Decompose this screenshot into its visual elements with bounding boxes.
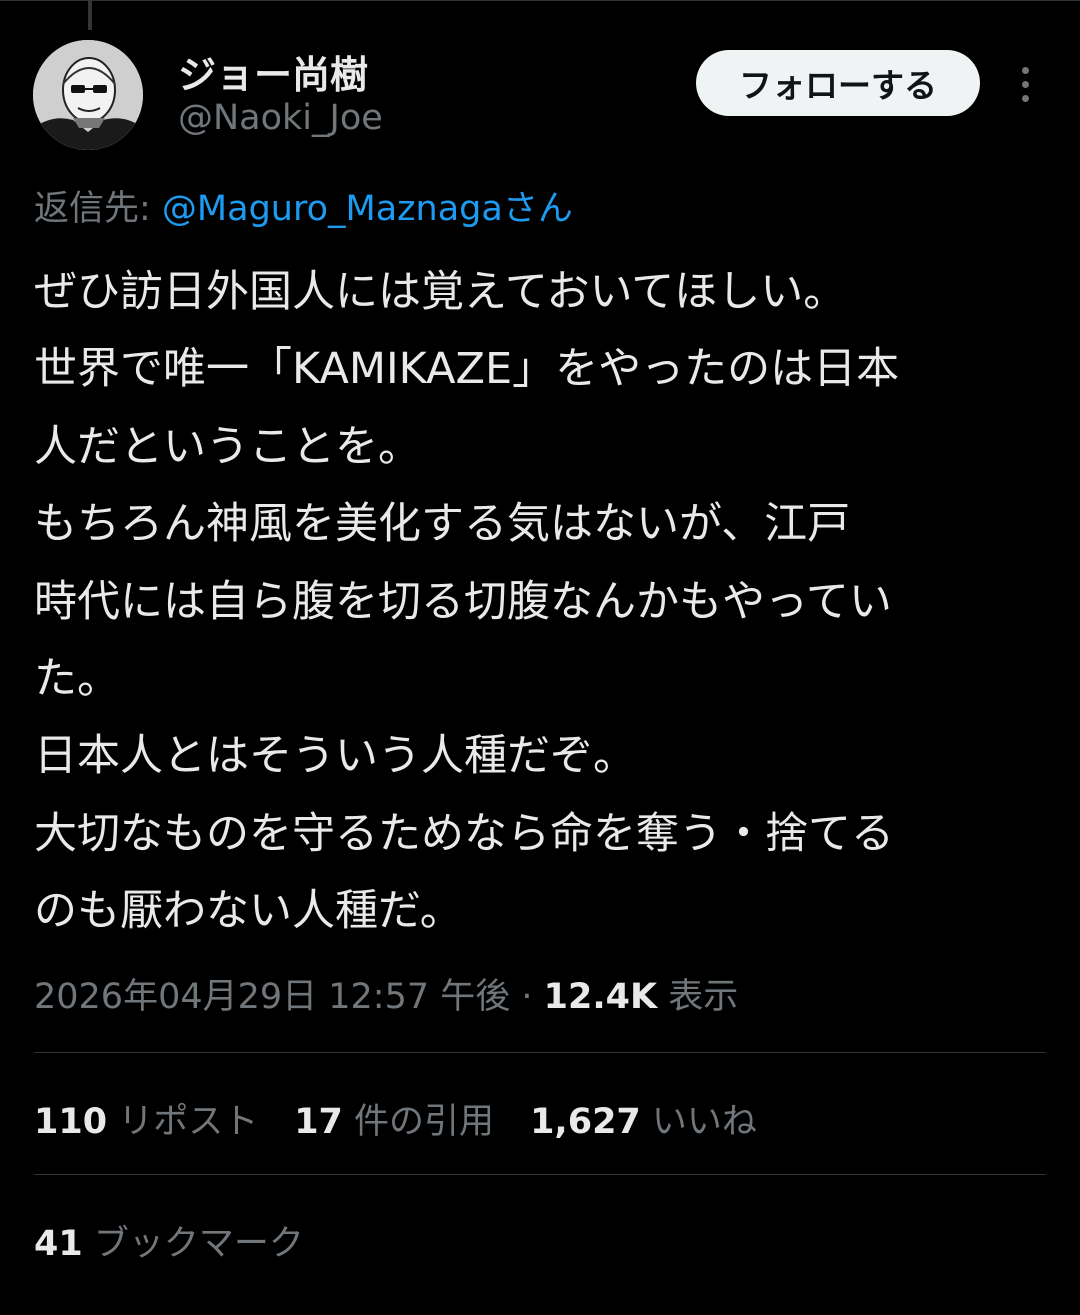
- reposts-count: 110: [34, 1102, 108, 1142]
- reposts-stat[interactable]: 110 リポスト: [34, 1093, 258, 1144]
- bookmarks-count: 41: [34, 1224, 83, 1264]
- author-handle[interactable]: @Naoki_Joe: [178, 98, 383, 138]
- bookmarks-label: ブックマーク: [82, 1224, 304, 1264]
- tweet-line: 世界で唯一「KAMIKAZE」をやったのは日本: [34, 344, 900, 395]
- tweet-text: ぜひ訪日外国人には覚えておいてほしい。 世界で唯一「KAMIKAZE」をやったの…: [34, 254, 1044, 951]
- follow-button[interactable]: フォローする: [696, 50, 980, 116]
- top-divider: [0, 0, 1080, 1]
- reply-context: 返信先: @Maguro_Maznagaさん: [34, 180, 573, 231]
- bookmarks-stat[interactable]: 41 ブックマーク: [34, 1215, 304, 1266]
- likes-stat[interactable]: 1,627 いいね: [530, 1093, 757, 1144]
- tweet-meta: 2026年04月29日 12:57 午後 · 12.4K 表示: [34, 968, 738, 1019]
- reply-prefix: 返信先:: [34, 189, 162, 229]
- tweet-line: のも厭わない人種だ。: [34, 886, 463, 937]
- quotes-label: 件の引用: [342, 1102, 495, 1142]
- engagement-stats: 110 リポスト 17 件の引用 1,627 いいね: [34, 1093, 793, 1144]
- divider: [34, 1052, 1046, 1053]
- tweet-line: 人だということを。: [34, 421, 421, 472]
- quotes-stat[interactable]: 17 件の引用: [294, 1093, 494, 1144]
- tweet-line: ぜひ訪日外国人には覚えておいてほしい。: [34, 267, 847, 317]
- views-label: 表示: [657, 977, 739, 1017]
- tweet-line: もちろん神風を美化する気はないが、江戸: [34, 499, 851, 550]
- quotes-count: 17: [294, 1102, 343, 1142]
- tweet-line: た。: [34, 653, 120, 704]
- more-dot: [1021, 94, 1029, 102]
- author-display-name[interactable]: ジョー尚樹: [178, 44, 368, 99]
- likes-count: 1,627: [530, 1102, 641, 1142]
- likes-label: いいね: [640, 1102, 757, 1142]
- reply-target-link[interactable]: @Maguro_Maznagaさん: [162, 189, 573, 229]
- tweet-line: 大切なものを守るためなら命を奪う・捨てる: [34, 808, 894, 859]
- thread-connector-line: [88, 0, 92, 30]
- tweet-timestamp[interactable]: 2026年04月29日 12:57 午後: [34, 977, 510, 1017]
- more-vertical-icon[interactable]: [1005, 62, 1045, 106]
- more-dot: [1021, 66, 1029, 74]
- divider: [34, 1174, 1046, 1175]
- avatar[interactable]: [33, 40, 143, 150]
- avatar-illustration: [33, 40, 143, 150]
- reposts-label: リポスト: [107, 1102, 259, 1142]
- more-dot: [1021, 80, 1029, 88]
- meta-separator: ·: [510, 977, 544, 1017]
- tweet-line: 日本人とはそういう人種だぞ。: [34, 731, 636, 782]
- tweet-line: 時代には自ら腹を切る切腹なんかもやってい: [34, 576, 892, 627]
- views-count[interactable]: 12.4K: [544, 977, 657, 1017]
